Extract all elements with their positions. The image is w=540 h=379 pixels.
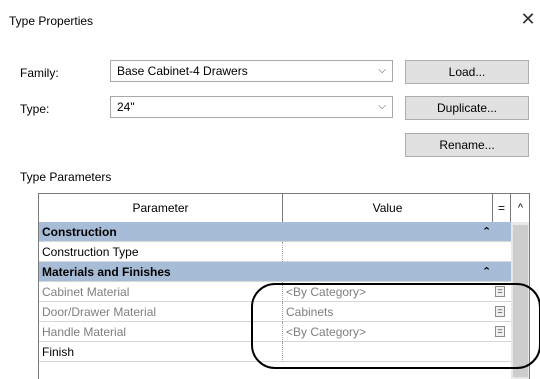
formula-button[interactable]: = <box>495 326 505 337</box>
table-row[interactable]: Construction Type <box>39 242 511 262</box>
parameter-name: Finish <box>42 345 75 359</box>
grid-header: Parameter Value = ^ <box>39 194 529 223</box>
family-combobox[interactable]: Base Cabinet-4 Drawers ⌵ <box>110 60 393 82</box>
column-divider <box>282 302 283 322</box>
type-value: 24" <box>117 100 135 114</box>
table-row[interactable]: Cabinet Material <By Category> = <box>39 282 511 302</box>
group-label: Construction <box>42 225 117 239</box>
parameter-name: Door/Drawer Material <box>42 305 157 319</box>
table-row[interactable]: Door/Drawer Material Cabinets = <box>39 302 511 322</box>
column-header-value[interactable]: Value <box>283 194 493 222</box>
parameter-value[interactable]: Cabinets <box>286 302 333 322</box>
parameter-name: Construction Type <box>42 245 139 259</box>
parameter-value[interactable]: <By Category> <box>286 282 366 302</box>
scroll-up-icon[interactable]: ^ <box>511 194 529 222</box>
type-properties-dialog: Type Properties ✕ Family: Base Cabinet-4… <box>0 0 540 379</box>
collapse-icon[interactable]: ⌃ <box>482 262 491 282</box>
column-divider <box>282 282 283 302</box>
column-divider <box>282 342 283 362</box>
parameter-rows: Construction ⌃ Construction Type Materia… <box>39 222 511 362</box>
chevron-down-icon: ⌵ <box>378 101 386 112</box>
column-divider <box>282 322 283 342</box>
chevron-down-icon: ⌵ <box>378 65 386 76</box>
type-combobox[interactable]: 24" ⌵ <box>110 96 393 118</box>
group-row-construction[interactable]: Construction ⌃ <box>39 222 511 242</box>
type-parameters-label: Type Parameters <box>20 170 112 184</box>
column-header-parameter[interactable]: Parameter <box>39 194 283 222</box>
group-label: Materials and Finishes <box>42 265 171 279</box>
scrollbar-thumb[interactable] <box>513 225 528 377</box>
parameter-name: Handle Material <box>42 325 127 339</box>
parameter-name: Cabinet Material <box>42 285 130 299</box>
duplicate-button[interactable]: Duplicate... <box>405 96 529 120</box>
collapse-icon[interactable]: ⌃ <box>482 222 491 242</box>
vertical-scrollbar[interactable] <box>511 222 529 379</box>
family-value: Base Cabinet-4 Drawers <box>117 64 248 78</box>
load-button[interactable]: Load... <box>405 60 529 84</box>
table-row[interactable]: Handle Material <By Category> = <box>39 322 511 342</box>
rename-button[interactable]: Rename... <box>405 133 529 157</box>
dialog-title: Type Properties <box>9 14 94 28</box>
table-row[interactable]: Finish <box>39 342 511 362</box>
formula-button[interactable]: = <box>495 306 505 317</box>
close-icon[interactable]: ✕ <box>519 8 537 30</box>
type-label: Type: <box>20 102 50 116</box>
type-parameters-grid: Parameter Value = ^ Construction ⌃ Const… <box>38 193 530 379</box>
column-divider <box>282 242 283 262</box>
column-header-formula[interactable]: = <box>493 194 511 222</box>
family-label: Family: <box>20 66 59 80</box>
formula-button[interactable]: = <box>495 286 505 297</box>
group-row-materials-and-finishes[interactable]: Materials and Finishes ⌃ <box>39 262 511 282</box>
parameter-value[interactable]: <By Category> <box>286 322 366 342</box>
